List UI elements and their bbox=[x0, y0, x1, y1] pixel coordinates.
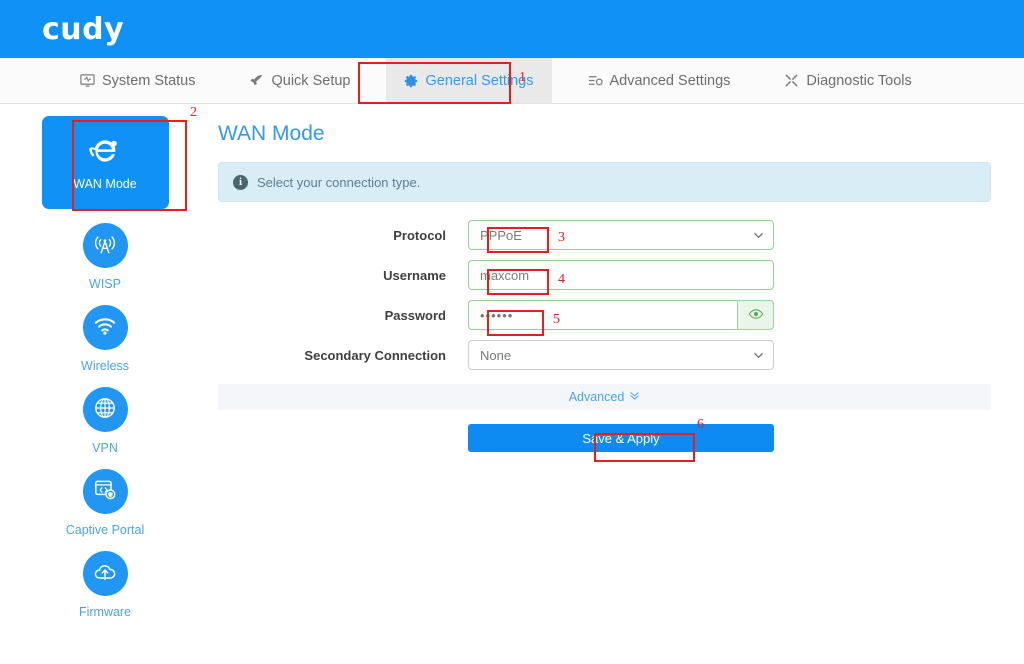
username-input[interactable]: maxcom bbox=[468, 260, 774, 290]
nav-item-diagnostic-tools[interactable]: Diagnostic Tools bbox=[766, 58, 929, 103]
radio-tower-icon bbox=[92, 231, 118, 260]
nav-item-advanced-settings[interactable]: Advanced Settings bbox=[570, 58, 749, 103]
info-banner: i Select your connection type. bbox=[218, 162, 991, 202]
rocket-icon bbox=[249, 73, 264, 88]
sidebar-item-label: WAN Mode bbox=[73, 177, 137, 191]
sidebar-item-firmware-circle[interactable] bbox=[82, 551, 128, 596]
main-content: WAN Mode i Select your connection type. … bbox=[210, 104, 1024, 633]
username-label: Username bbox=[383, 267, 446, 283]
tools-icon bbox=[784, 73, 799, 88]
protocol-field-wrap: PPPoE bbox=[468, 220, 774, 250]
password-input[interactable]: •••••• bbox=[468, 300, 737, 330]
internet-explorer-e-icon bbox=[88, 134, 122, 171]
page-body: WAN Mode WISP Wireless VPN Captive Porta… bbox=[0, 104, 1024, 633]
info-banner-text: Select your connection type. bbox=[257, 174, 421, 190]
sidebar-item-wireless[interactable]: Wireless bbox=[0, 305, 210, 373]
wifi-icon bbox=[92, 313, 118, 342]
sidebar-item-wisp-circle[interactable] bbox=[82, 223, 128, 268]
sliders-icon bbox=[588, 73, 603, 88]
secondary-connection-field-wrap: None bbox=[468, 340, 774, 370]
form-row-protocol: Protocol PPPoE bbox=[218, 220, 991, 250]
portal-browser-icon bbox=[92, 477, 118, 506]
nav-item-quick-setup[interactable]: Quick Setup bbox=[231, 58, 368, 103]
page-title: WAN Mode bbox=[218, 122, 325, 145]
nav-item-label: General Settings bbox=[425, 72, 534, 89]
sidebar-item-wireless-circle[interactable] bbox=[82, 305, 128, 350]
advanced-toggle-label: Advanced bbox=[568, 390, 625, 404]
secondary-connection-select[interactable]: None bbox=[468, 340, 774, 370]
password-label: Password bbox=[384, 307, 446, 323]
username-field-wrap: maxcom bbox=[468, 260, 774, 290]
sidebar-item-vpn[interactable]: VPN bbox=[0, 387, 210, 455]
nav-item-label: Advanced Settings bbox=[609, 72, 731, 89]
password-group: •••••• bbox=[468, 300, 774, 330]
sidebar: WAN Mode WISP Wireless VPN Captive Porta… bbox=[0, 104, 210, 633]
sidebar-item-label: Captive Portal bbox=[65, 523, 145, 537]
sidebar-item-wisp[interactable]: WISP bbox=[0, 223, 210, 291]
protocol-label: Protocol bbox=[393, 227, 446, 243]
sidebar-item-captive-portal-circle[interactable] bbox=[82, 469, 128, 514]
chevron-double-down-icon bbox=[629, 390, 640, 404]
wan-mode-form: Protocol PPPoE Username maxcom Password bbox=[218, 220, 991, 452]
sidebar-item-vpn-circle[interactable] bbox=[82, 387, 128, 432]
form-row-password: Password •••••• bbox=[218, 300, 991, 330]
main-navigation: System Status Quick Setup General Settin… bbox=[0, 58, 1024, 104]
info-icon: i bbox=[233, 174, 248, 190]
sidebar-item-captive-portal[interactable]: Captive Portal bbox=[0, 469, 210, 537]
sidebar-item-label: Firmware bbox=[78, 605, 132, 619]
form-row-secondary-connection: Secondary Connection None bbox=[218, 340, 991, 370]
nav-item-general-settings[interactable]: General Settings bbox=[386, 58, 552, 103]
protocol-select[interactable]: PPPoE bbox=[468, 220, 774, 250]
toggle-password-visibility-button[interactable] bbox=[737, 300, 774, 330]
sidebar-item-wan-mode-card[interactable]: WAN Mode bbox=[41, 116, 169, 209]
cudy-logo: cudy bbox=[42, 11, 125, 47]
nav-item-system-status[interactable]: System Status bbox=[62, 58, 213, 103]
sidebar-item-firmware[interactable]: Firmware bbox=[0, 551, 210, 619]
globe-icon bbox=[92, 395, 118, 424]
nav-item-label: Diagnostic Tools bbox=[806, 72, 912, 89]
app-header: cudy bbox=[0, 0, 1024, 58]
nav-item-label: Quick Setup bbox=[271, 72, 351, 89]
eye-icon bbox=[748, 306, 764, 325]
sidebar-item-label: VPN bbox=[92, 441, 118, 455]
secondary-connection-label: Secondary Connection bbox=[304, 347, 446, 363]
form-row-username: Username maxcom bbox=[218, 260, 991, 290]
save-row-spacer bbox=[218, 424, 468, 452]
advanced-toggle[interactable]: Advanced bbox=[218, 384, 991, 410]
sidebar-item-label: WISP bbox=[89, 277, 121, 291]
cloud-upload-icon bbox=[92, 559, 118, 588]
sidebar-item-wan-mode[interactable]: WAN Mode bbox=[0, 116, 210, 209]
sidebar-item-label: Wireless bbox=[81, 359, 129, 373]
password-field-wrap: •••••• bbox=[468, 300, 774, 330]
save-and-apply-button[interactable]: Save & Apply bbox=[468, 424, 774, 452]
nav-item-label: System Status bbox=[102, 72, 196, 89]
gear-icon bbox=[404, 74, 418, 88]
save-row: Save & Apply bbox=[218, 424, 991, 452]
monitor-icon bbox=[80, 73, 95, 88]
